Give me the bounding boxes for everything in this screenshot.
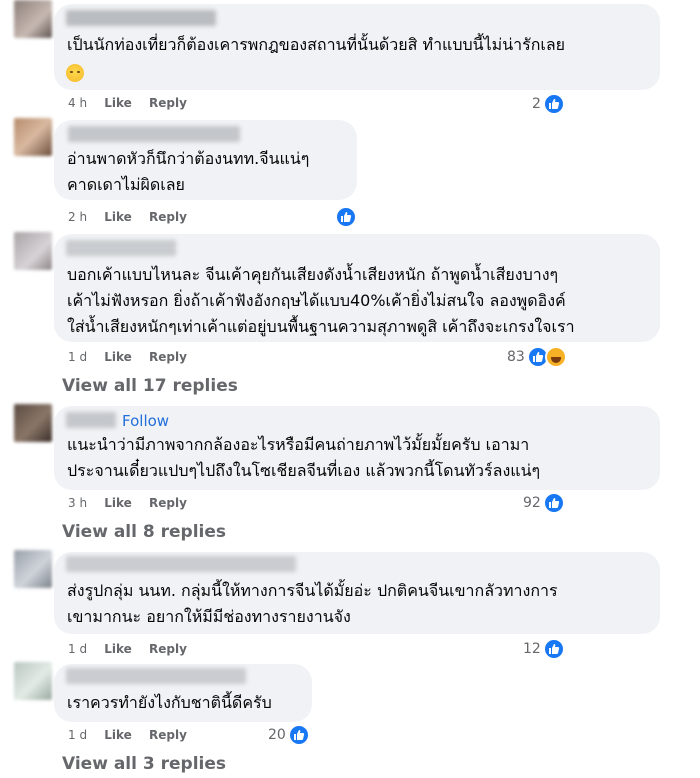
- comment-actions: 1 d Like Reply: [68, 350, 200, 364]
- reaction-count: 12: [523, 641, 541, 657]
- avatar[interactable]: [14, 0, 52, 38]
- comment-text-line: อ่านพาดหัวก็นึกว่าต้องนทท.จีนแน่ๆ: [67, 149, 310, 168]
- like-icon: [335, 206, 357, 228]
- timestamp[interactable]: 2 h: [68, 210, 87, 224]
- timestamp[interactable]: 4 h: [68, 96, 87, 110]
- avatar[interactable]: [14, 662, 52, 700]
- avatar[interactable]: [14, 404, 52, 442]
- reaction-summary[interactable]: 92: [523, 492, 565, 514]
- reply-button[interactable]: Reply: [149, 210, 187, 224]
- like-button[interactable]: Like: [104, 642, 132, 656]
- reaction-count: 92: [523, 495, 541, 511]
- reply-button[interactable]: Reply: [149, 496, 187, 510]
- reply-button[interactable]: Reply: [149, 642, 187, 656]
- reaction-count: 20: [268, 727, 286, 743]
- comment-actions: 2 h Like Reply: [68, 210, 200, 224]
- haha-icon: [544, 346, 567, 368]
- like-icon: [542, 93, 565, 115]
- comment-text-line: แนะนำว่ามีภาพจากกล้องอะไรหรือมีคนถ่ายภาพ…: [67, 435, 530, 454]
- like-button[interactable]: Like: [104, 496, 132, 510]
- comment-text-line: ประจานเดี๋ยวแปบๆไปถึงในโซเชียลจีนที่เอง …: [67, 461, 541, 480]
- follow-button[interactable]: Follow: [122, 412, 169, 430]
- like-button[interactable]: Like: [104, 728, 132, 742]
- avatar[interactable]: [14, 550, 52, 588]
- comment-text-line: บอกเค้าแบบไหนละ จีนเค้าคุยกันเสียงดังน้ำ…: [67, 265, 559, 284]
- reaction-summary[interactable]: [335, 206, 357, 228]
- like-button[interactable]: Like: [104, 350, 132, 364]
- timestamp[interactable]: 1 d: [68, 350, 87, 364]
- commenter-name[interactable]: [68, 126, 240, 142]
- timestamp[interactable]: 1 d: [68, 642, 87, 656]
- commenter-name[interactable]: [66, 668, 246, 684]
- reply-button[interactable]: Reply: [149, 350, 187, 364]
- reaction-summary[interactable]: 12: [523, 638, 565, 660]
- avatar[interactable]: [14, 232, 52, 270]
- like-button[interactable]: Like: [104, 210, 132, 224]
- comment-text-line: เขามากนะ อยากให้มีมีช่องทางรายงานจัง: [67, 607, 351, 626]
- comment-actions: 3 h Like Reply: [68, 496, 200, 510]
- reaction-summary[interactable]: 83: [507, 346, 567, 368]
- commenter-name[interactable]: [66, 240, 176, 256]
- comment-actions: 1 d Like Reply: [68, 728, 200, 742]
- like-icon: [542, 492, 565, 514]
- timestamp[interactable]: 3 h: [68, 496, 87, 510]
- reaction-count: 2: [532, 96, 541, 112]
- avatar[interactable]: [14, 118, 52, 156]
- view-replies-link[interactable]: View all 3 replies: [62, 754, 226, 774]
- comment-text-line: เป็นนักท่องเที่ยวก็ต้องเคารพกฎของสถานที่…: [67, 35, 566, 54]
- reaction-count: 83: [507, 349, 525, 365]
- commenter-name[interactable]: [66, 10, 216, 26]
- view-replies-link[interactable]: View all 8 replies: [62, 522, 226, 542]
- comment-text-line: คาดเดาไม่ผิดเลย: [67, 175, 185, 194]
- expressionless-face-icon: [66, 64, 84, 82]
- commenter-name[interactable]: [66, 412, 116, 428]
- like-icon: [287, 724, 310, 746]
- reaction-summary[interactable]: 20: [268, 724, 310, 746]
- view-replies-link[interactable]: View all 17 replies: [62, 376, 238, 396]
- reaction-summary[interactable]: 2: [532, 93, 565, 115]
- comment-actions: 4 h Like Reply: [68, 96, 200, 110]
- comment-text-line: เค้าไม่ฟังหรอก ยิ่งถ้าเค้าฟังอังกฤษได้แบ…: [67, 291, 566, 310]
- like-button[interactable]: Like: [104, 96, 132, 110]
- timestamp[interactable]: 1 d: [68, 728, 87, 742]
- comment-text-line: ส่งรูปกลุ่ม นนท. กลุ่มนี้ให้ทางการจีนได้…: [67, 581, 558, 600]
- reply-button[interactable]: Reply: [149, 728, 187, 742]
- commenter-name[interactable]: [66, 556, 296, 572]
- comment-text-line: เราควรทำยังไงกับชาตินี้ดีครับ: [67, 693, 272, 712]
- reply-button[interactable]: Reply: [149, 96, 187, 110]
- like-icon: [542, 638, 565, 660]
- comment-actions: 1 d Like Reply: [68, 642, 200, 656]
- comment-text-line: ใส่น้ำเสียงหนักๆเท่าเค้าแต่อยู่บนพื้นฐาน…: [67, 317, 575, 336]
